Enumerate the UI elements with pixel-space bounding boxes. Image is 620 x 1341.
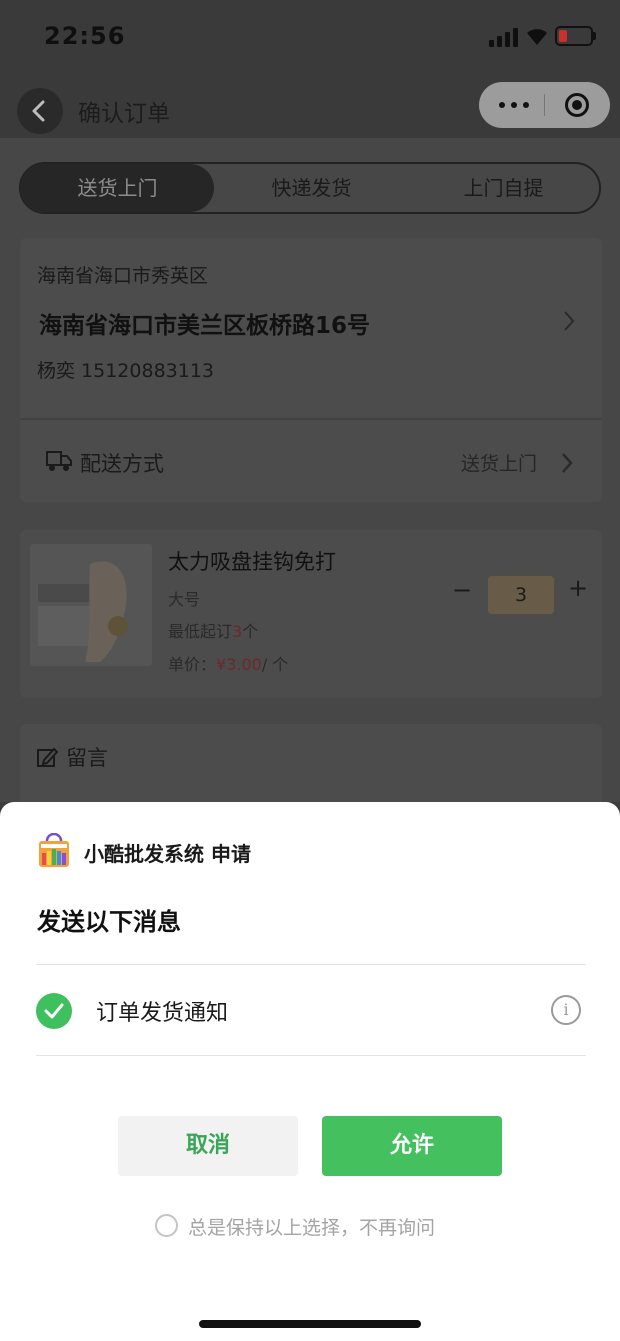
battery-tip bbox=[593, 32, 596, 40]
message-option-label: 订单发货通知 bbox=[96, 1001, 229, 1026]
tab-home-delivery[interactable]: 送货上门 bbox=[21, 164, 214, 212]
order-page: 送货上门 快递发货 上门自提 海南省海口市秀英区 海南省海口市美兰区板桥路16号… bbox=[0, 138, 620, 814]
quantity-increase-button[interactable]: + bbox=[568, 574, 588, 602]
allow-button[interactable]: 允许 bbox=[322, 1116, 502, 1176]
delivery-tabs: 送货上门 快递发货 上门自提 bbox=[19, 162, 601, 214]
tab-express[interactable]: 快递发货 bbox=[215, 164, 408, 212]
close-miniprogram-icon[interactable] bbox=[565, 93, 589, 117]
nav-bar: 确认订单 bbox=[0, 72, 620, 138]
sheet-heading: 发送以下消息 bbox=[37, 908, 181, 936]
delivery-method-value[interactable]: 送货上门 bbox=[461, 449, 537, 476]
chevron-right-icon bbox=[564, 311, 575, 331]
tab-pickup[interactable]: 上门自提 bbox=[407, 164, 600, 212]
battery-icon bbox=[555, 26, 593, 46]
page-title: 确认订单 bbox=[78, 101, 170, 127]
home-indicator bbox=[199, 1320, 421, 1328]
product-name: 太力吸盘挂钩免打 bbox=[168, 550, 336, 574]
delivery-method-label: 配送方式 bbox=[80, 452, 164, 476]
app-logo bbox=[39, 833, 69, 867]
divider bbox=[20, 418, 602, 420]
remember-choice-radio[interactable] bbox=[155, 1214, 178, 1237]
subscribe-message-sheet: 小酷批发系统 申请 发送以下消息 订单发货通知 i 取消 允许 总是保持以上选择… bbox=[0, 802, 620, 1341]
chevron-right-icon bbox=[562, 453, 573, 473]
back-button[interactable] bbox=[17, 88, 63, 134]
chevron-left-icon bbox=[32, 100, 45, 122]
address-detail: 海南省海口市美兰区板桥路16号 bbox=[39, 313, 371, 339]
quantity-input[interactable]: 3 bbox=[488, 576, 554, 614]
address-region: 海南省海口市秀英区 bbox=[37, 265, 209, 287]
quantity-decrease-button[interactable]: − bbox=[452, 576, 472, 604]
cancel-button[interactable]: 取消 bbox=[118, 1116, 298, 1176]
status-bar: 22:56 bbox=[0, 0, 620, 72]
note-card[interactable]: 留言 bbox=[20, 724, 602, 814]
product-price: 单价：¥3.00/ 个 bbox=[168, 655, 289, 674]
address-contact: 杨奕 15120883113 bbox=[37, 360, 215, 382]
status-time: 22:56 bbox=[44, 22, 126, 50]
divider bbox=[36, 1055, 586, 1056]
truck-icon bbox=[46, 451, 72, 471]
more-icon[interactable] bbox=[499, 102, 529, 108]
capsule-divider bbox=[544, 94, 545, 116]
note-label: 留言 bbox=[66, 746, 108, 770]
divider bbox=[36, 964, 586, 965]
product-min-order: 最低起订3个 bbox=[168, 622, 259, 641]
signal-icon bbox=[489, 27, 519, 47]
product-image bbox=[30, 544, 152, 666]
app-request-title: 小酷批发系统 申请 bbox=[84, 842, 251, 866]
edit-icon bbox=[37, 747, 58, 767]
product-spec: 大号 bbox=[168, 590, 201, 609]
product-card: 太力吸盘挂钩免打 大号 最低起订3个 单价：¥3.00/ 个 − 3 + bbox=[20, 530, 602, 698]
miniprogram-capsule bbox=[479, 82, 610, 128]
checked-icon[interactable] bbox=[36, 993, 72, 1029]
wifi-icon bbox=[527, 29, 547, 45]
remember-choice-label[interactable]: 总是保持以上选择，不再询问 bbox=[188, 1213, 435, 1240]
info-icon[interactable]: i bbox=[551, 995, 581, 1025]
address-card[interactable]: 海南省海口市秀英区 海南省海口市美兰区板桥路16号 杨奕 15120883113… bbox=[20, 238, 602, 502]
